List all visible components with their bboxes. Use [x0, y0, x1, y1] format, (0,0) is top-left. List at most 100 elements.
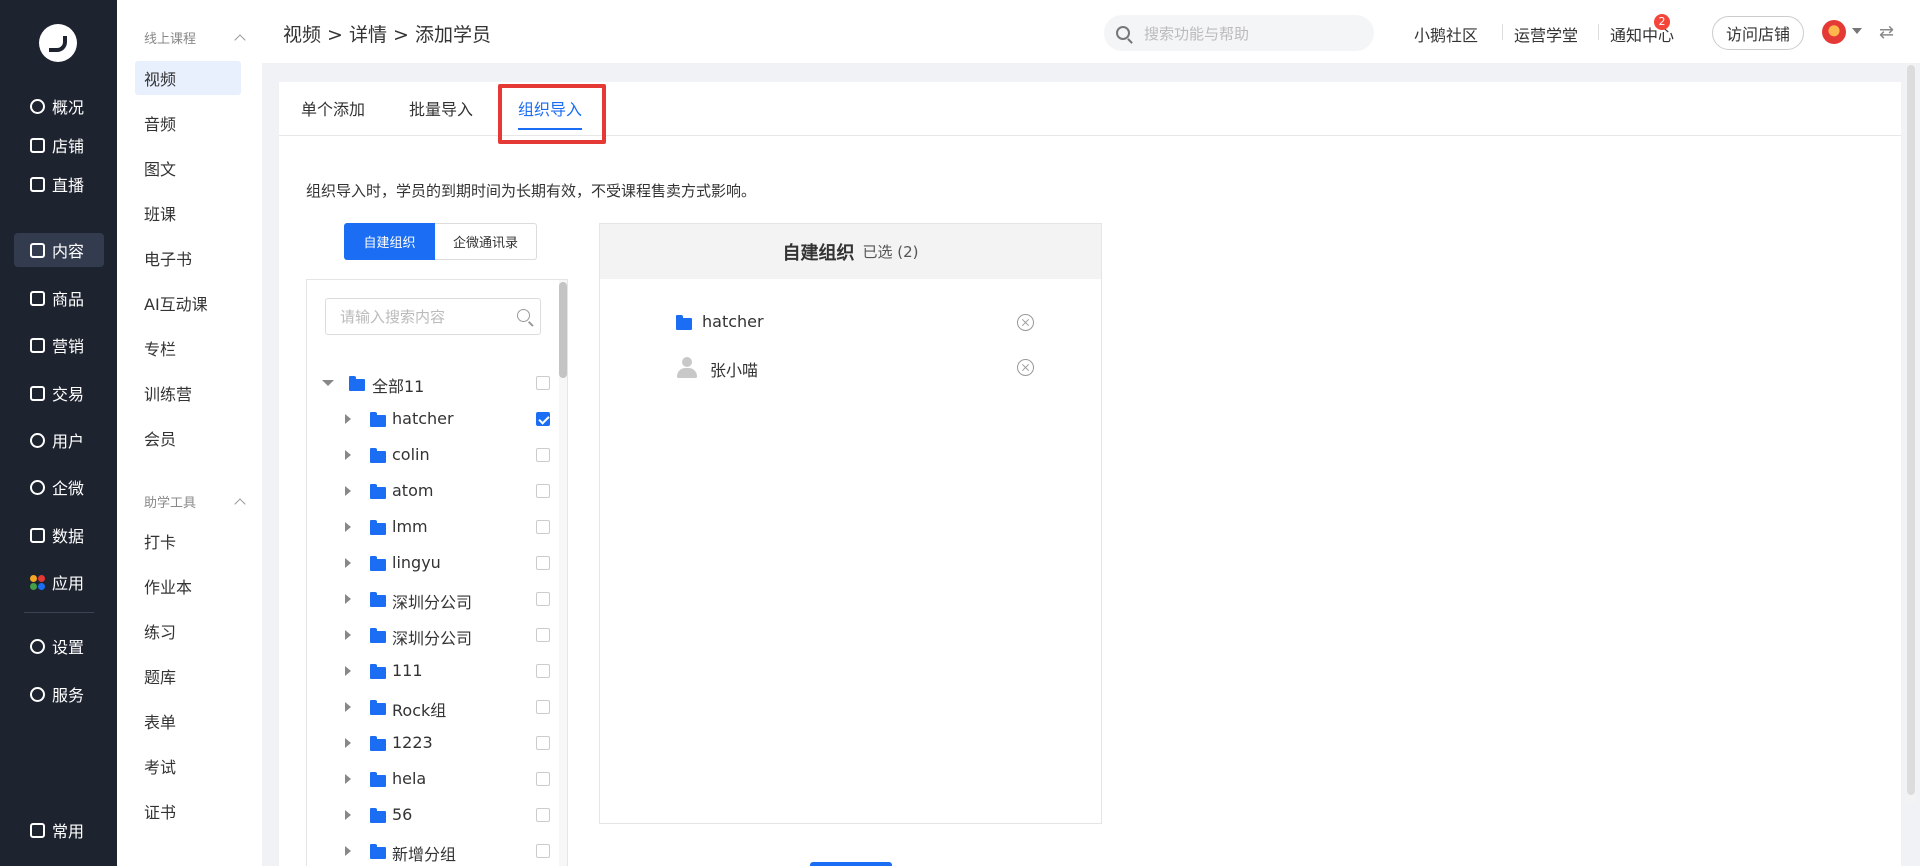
tree-checkbox[interactable] — [536, 556, 550, 570]
page-scrollbar-thumb[interactable] — [1907, 65, 1915, 795]
tree-node-row[interactable]: hela — [307, 764, 557, 794]
tree-scrollbar-thumb[interactable] — [559, 282, 567, 378]
sub-group-study-tools[interactable]: 助学工具 — [144, 492, 246, 511]
nav-item-trade[interactable]: 交易 — [14, 376, 104, 410]
caret-right-icon[interactable] — [345, 594, 351, 604]
nav-item-settings[interactable]: 设置 — [14, 629, 104, 663]
caret-down-icon[interactable] — [1852, 28, 1862, 34]
tree-node-row[interactable]: lmm — [307, 512, 557, 542]
global-search-input[interactable]: 搜索功能与帮助 — [1104, 15, 1374, 51]
tree-checkbox[interactable] — [536, 448, 550, 462]
nav-item-common[interactable]: 常用 — [14, 813, 104, 847]
sub-item-checkin[interactable]: 打卡 — [135, 524, 241, 558]
sub-item-homework[interactable]: 作业本 — [135, 569, 241, 603]
nav-item-service[interactable]: 服务 — [14, 677, 104, 711]
caret-down-icon[interactable] — [322, 380, 334, 386]
caret-right-icon[interactable] — [345, 774, 351, 784]
caret-right-icon[interactable] — [345, 666, 351, 676]
community-link[interactable]: 小鹅社区 — [1414, 22, 1478, 46]
segment-wecom-contacts[interactable]: 企微通讯录 — [435, 223, 537, 260]
tree-node-row[interactable]: 新增分组 — [307, 836, 557, 866]
sub-item-question-bank[interactable]: 题库 — [135, 659, 241, 693]
tree-node-row[interactable]: lingyu — [307, 548, 557, 578]
sub-item-video[interactable]: 视频 — [135, 61, 241, 95]
nav-item-content[interactable]: 内容 — [14, 233, 104, 267]
sub-item-certificate[interactable]: 证书 — [135, 794, 241, 828]
sub-item-camp[interactable]: 训练营 — [135, 376, 241, 410]
sub-item-member[interactable]: 会员 — [135, 421, 241, 455]
tree-checkbox[interactable] — [536, 484, 550, 498]
nav-item-marketing[interactable]: 营销 — [14, 328, 104, 362]
sub-item-label: 题库 — [144, 668, 177, 687]
nav-item-goods[interactable]: 商品 — [14, 281, 104, 315]
tree-node-label: hela — [392, 769, 427, 788]
nav-item-wecom[interactable]: 企微 — [14, 470, 104, 504]
selected-panel-header: 自建组织 已选 (2) — [600, 224, 1101, 279]
tree-node-row[interactable]: atom — [307, 476, 557, 506]
sub-item-article[interactable]: 图文 — [135, 151, 241, 185]
nav-item-apps[interactable]: 应用 — [14, 565, 104, 599]
sub-item-ebook[interactable]: 电子书 — [135, 241, 241, 275]
tree-checkbox[interactable] — [536, 772, 550, 786]
sub-item-practice[interactable]: 练习 — [135, 614, 241, 648]
nav-item-data[interactable]: 数据 — [14, 518, 104, 552]
tree-node-label: 深圳分公司 — [392, 593, 473, 612]
tree-node-row[interactable]: Rock组 — [307, 692, 557, 722]
nav-item-live[interactable]: 直播 — [14, 167, 104, 201]
tree-root-row[interactable]: 全部11 — [307, 368, 557, 398]
tree-checkbox[interactable] — [536, 664, 550, 678]
caret-right-icon[interactable] — [345, 738, 351, 748]
tree-node-row[interactable]: hatcher — [307, 404, 557, 434]
folder-icon — [370, 844, 386, 859]
caret-right-icon[interactable] — [345, 702, 351, 712]
sub-item-form[interactable]: 表单 — [135, 704, 241, 738]
academy-link[interactable]: 运营学堂 — [1514, 22, 1578, 46]
caret-right-icon[interactable] — [345, 558, 351, 568]
caret-right-icon[interactable] — [345, 450, 351, 460]
caret-right-icon[interactable] — [345, 522, 351, 532]
tab-batch-import[interactable]: 批量导入 — [409, 96, 473, 120]
tree-search-input[interactable]: 请输入搜索内容 — [325, 298, 541, 335]
tree-checkbox[interactable] — [536, 592, 550, 606]
tree-checkbox[interactable] — [536, 628, 550, 642]
confirm-button[interactable] — [810, 862, 892, 866]
tab-single-add[interactable]: 单个添加 — [301, 96, 365, 120]
brand-logo-icon[interactable] — [39, 24, 77, 62]
segment-self-built-org[interactable]: 自建组织 — [344, 223, 435, 260]
nav-item-label: 营销 — [52, 337, 85, 356]
tree-node-row[interactable]: 1223 — [307, 728, 557, 758]
caret-right-icon[interactable] — [345, 414, 351, 424]
tree-checkbox[interactable] — [536, 808, 550, 822]
sub-item-class[interactable]: 班课 — [135, 196, 241, 230]
sub-item-ai-course[interactable]: AI互动课 — [135, 286, 241, 320]
selected-item: 张小喵 — [600, 352, 1101, 382]
megaphone-icon — [30, 337, 45, 353]
tree-node-row[interactable]: 56 — [307, 800, 557, 830]
visit-shop-button[interactable]: 访问店铺 — [1712, 16, 1804, 50]
tree-node-row[interactable]: colin — [307, 440, 557, 470]
nav-item-shop[interactable]: 店铺 — [14, 128, 104, 162]
tree-node-row[interactable]: 深圳分公司 — [307, 584, 557, 614]
tree-node-row[interactable]: 111 — [307, 656, 557, 686]
tree-checkbox[interactable] — [536, 520, 550, 534]
sub-group-online-course[interactable]: 线上课程 — [144, 28, 246, 47]
remove-circle-icon[interactable] — [1017, 314, 1034, 331]
tree-checkbox[interactable] — [536, 736, 550, 750]
tree-node-row[interactable]: 深圳分公司 — [307, 620, 557, 650]
tree-checkbox[interactable] — [536, 376, 550, 390]
tree-checkbox[interactable] — [536, 412, 550, 426]
sub-item-audio[interactable]: 音频 — [135, 106, 241, 140]
caret-right-icon[interactable] — [345, 486, 351, 496]
caret-right-icon[interactable] — [345, 630, 351, 640]
avatar[interactable] — [1822, 20, 1846, 44]
caret-right-icon[interactable] — [345, 810, 351, 820]
sub-item-column[interactable]: 专栏 — [135, 331, 241, 365]
remove-circle-icon[interactable] — [1017, 359, 1034, 376]
caret-right-icon[interactable] — [345, 846, 351, 856]
nav-item-overview[interactable]: 概况 — [14, 89, 104, 123]
tree-checkbox[interactable] — [536, 844, 550, 858]
tree-checkbox[interactable] — [536, 700, 550, 714]
sub-item-exam[interactable]: 考试 — [135, 749, 241, 783]
nav-item-users[interactable]: 用户 — [14, 423, 104, 457]
swap-icon[interactable]: ⇄ — [1879, 22, 1894, 43]
